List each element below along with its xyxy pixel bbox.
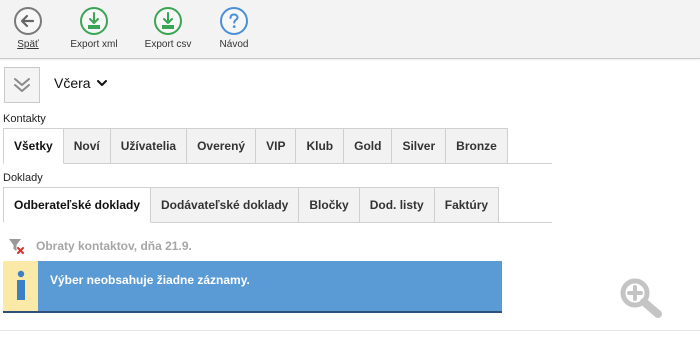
contacts-tabs: Všetky Noví Užívatelia Overený VIP Klub …: [3, 128, 552, 164]
help-button[interactable]: Návod: [214, 6, 254, 50]
contacts-section-label: Kontakty: [3, 113, 46, 125]
tab-contacts-all[interactable]: Všetky: [3, 128, 64, 164]
tab-contacts-club[interactable]: Klub: [296, 128, 345, 164]
info-message: Výber neobsahuje žiadne záznamy.: [38, 261, 502, 311]
tab-contacts-verified[interactable]: Overený: [187, 128, 257, 164]
tab-contacts-gold[interactable]: Gold: [344, 128, 393, 164]
arrow-left-icon: [14, 7, 42, 35]
back-label: Späť: [17, 39, 39, 50]
tab-contacts-silver[interactable]: Silver: [392, 128, 447, 164]
result-title: Obraty kontaktov, dňa 21.9.: [36, 239, 192, 253]
tab-contacts-users[interactable]: Užívatelia: [110, 128, 188, 164]
result-header: Obraty kontaktov, dňa 21.9.: [8, 238, 192, 254]
divider: [0, 330, 700, 331]
toolbar: Späť Export xml Export csv Návod: [0, 0, 700, 59]
zoom-in-icon[interactable]: [618, 278, 678, 322]
help-icon: [220, 7, 248, 35]
export-csv-button[interactable]: Export csv: [140, 6, 196, 50]
back-button[interactable]: Späť: [8, 6, 48, 50]
help-label: Návod: [219, 39, 249, 50]
tab-contacts-bronze[interactable]: Bronze: [446, 128, 508, 164]
tab-documents-customer[interactable]: Odberateľské doklady: [3, 187, 152, 223]
chevron-down-icon: [96, 80, 107, 86]
export-xml-label: Export xml: [70, 39, 118, 50]
documents-section-label: Doklady: [3, 172, 43, 184]
tab-documents-receipts[interactable]: Bločky: [299, 187, 360, 223]
export-xml-button[interactable]: Export xml: [64, 6, 124, 50]
tab-documents-invoices[interactable]: Faktúry: [434, 187, 500, 223]
info-icon: [3, 261, 38, 311]
documents-tabs: Odberateľské doklady Dodávateľské doklad…: [3, 187, 552, 223]
double-chevron-down-icon: [14, 78, 30, 92]
date-filter-value: Včera: [54, 75, 91, 91]
tab-contacts-new[interactable]: Noví: [63, 128, 111, 164]
filter-clear-icon[interactable]: [8, 238, 24, 254]
date-filter-select[interactable]: Včera: [54, 75, 107, 91]
collapse-filter-button[interactable]: [4, 67, 40, 103]
tab-documents-supplier[interactable]: Dodávateľské doklady: [151, 187, 300, 223]
export-csv-label: Export csv: [144, 39, 192, 50]
download-csv-icon: [154, 7, 182, 35]
info-message-box: Výber neobsahuje žiadne záznamy.: [3, 261, 502, 313]
tab-contacts-vip[interactable]: VIP: [256, 128, 297, 164]
tab-documents-delivery-notes[interactable]: Dod. listy: [359, 187, 435, 223]
download-xml-icon: [80, 7, 108, 35]
